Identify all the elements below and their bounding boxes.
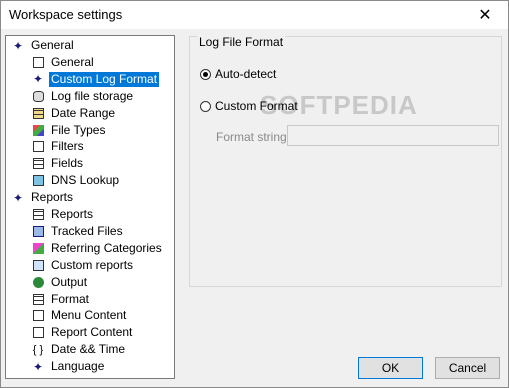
tree-item-label: Custom reports (51, 257, 134, 272)
tree-item-date-time[interactable]: { } Date && Time (31, 341, 127, 358)
custom-format-radio[interactable]: Custom Format (200, 99, 298, 113)
tree-item-general[interactable]: General (31, 54, 96, 71)
tree-item-label: Reports (51, 207, 94, 221)
format-icon (31, 292, 45, 306)
tree-item-report-content[interactable]: Report Content (31, 324, 134, 341)
calendar-grid-icon-shape (32, 107, 44, 119)
auto-detect-label: Auto-detect (215, 67, 277, 81)
report-table-icon (31, 208, 45, 222)
close-icon[interactable]: ✕ (462, 1, 508, 29)
tree-item-label: Date && Time (51, 342, 126, 357)
settings-doc-icon (31, 55, 45, 69)
tracked-files-icon (31, 224, 45, 238)
document-icon-shape (32, 327, 44, 339)
tree-item-label: Tracked Files (51, 223, 123, 238)
braces-icon: { } (32, 343, 44, 356)
custom-reports-icon (31, 258, 45, 272)
format-string-input[interactable] (287, 125, 499, 146)
tree-item-language[interactable]: ✦ Language (31, 358, 106, 375)
format-icon-shape (32, 293, 44, 305)
group-label: Log File Format (197, 35, 286, 49)
tree-item-label: General (51, 54, 94, 69)
tree-item-label: Format (51, 291, 90, 306)
report-table-icon-shape (32, 209, 44, 220)
tree-item-log-file-storage[interactable]: Log file storage (31, 88, 135, 105)
tree-item-label: Log file storage (51, 88, 134, 103)
star-icon: ✦ (12, 190, 24, 205)
categories-icon (31, 241, 45, 255)
tree-item-filters[interactable]: Filters (31, 138, 86, 155)
tree-item-label: Filters (51, 139, 84, 154)
custom-format-label: Custom Format (215, 99, 298, 113)
fields-icon-shape (32, 158, 44, 170)
tracked-files-icon-shape (32, 225, 44, 237)
title-bar: Workspace settings ✕ (1, 1, 508, 29)
radio-unchecked-icon (200, 100, 211, 112)
tree-item-label: Language (51, 359, 105, 374)
settings-tree[interactable]: ✦ General General ✦ Custom Log Format Log fil… (5, 35, 175, 379)
file-types-icon (31, 123, 45, 137)
document-icon (31, 326, 45, 340)
tree-item-tracked-files[interactable]: Tracked Files (31, 223, 125, 240)
custom-reports-icon-shape (32, 259, 44, 271)
star-icon: ✦ (32, 359, 44, 374)
document-icon-shape (32, 310, 44, 322)
tree-item-format[interactable]: Format (31, 291, 91, 308)
window-title: Workspace settings (9, 7, 123, 22)
tree-item-label: Referring Categories (51, 240, 162, 255)
fields-icon (31, 157, 45, 171)
tree-item-referring-categories[interactable]: Referring Categories (31, 240, 164, 257)
tree-item-custom-reports[interactable]: Custom reports (31, 257, 135, 274)
tree-item-label: Report Content (51, 325, 133, 340)
file-types-icon-shape (32, 124, 44, 136)
output-icon-shape (32, 276, 44, 288)
output-icon (31, 275, 45, 289)
tree-item-label: Output (51, 274, 88, 289)
auto-detect-radio[interactable]: Auto-detect (200, 67, 276, 81)
tree-item-label: DNS Lookup (51, 173, 120, 188)
tree-item-menu-content[interactable]: Menu Content (31, 307, 128, 324)
tree-item-label: General (31, 38, 74, 52)
tree-item-custom-log-format[interactable]: ✦ Custom Log Format (31, 71, 160, 88)
cancel-button[interactable]: Cancel (435, 357, 500, 379)
categories-icon-shape (32, 242, 44, 254)
filter-icon-shape (32, 141, 44, 153)
cancel-label: Cancel (448, 361, 487, 375)
database-icon-shape (32, 90, 44, 102)
database-icon (31, 89, 45, 103)
star-icon: ✦ (12, 38, 24, 53)
computer-icon-shape (32, 175, 44, 187)
tree-item-date-range[interactable]: Date Range (31, 105, 117, 122)
computer-icon (31, 174, 45, 188)
filter-icon (31, 140, 45, 154)
format-string-label: Format string: (216, 130, 291, 144)
calendar-grid-icon (31, 106, 45, 120)
tree-item-fields[interactable]: Fields (31, 155, 85, 172)
tree-item-label: Menu Content (51, 308, 127, 323)
star-icon: ✦ (32, 72, 44, 87)
tree-item-label: Reports (31, 190, 74, 205)
tree-item-reports[interactable]: ✦ Reports (11, 189, 75, 206)
tree-item-label: Custom Log Format (49, 71, 160, 87)
document-icon (31, 309, 45, 323)
tree-item-label: Date Range (51, 105, 116, 120)
tree-item-file-types[interactable]: File Types (31, 122, 107, 139)
ok-button[interactable]: OK (358, 357, 423, 379)
tree-item-dns-lookup[interactable]: DNS Lookup (31, 172, 121, 189)
settings-doc-icon-shape (32, 56, 44, 68)
radio-checked-icon (200, 68, 211, 80)
ok-label: OK (381, 361, 400, 375)
tree-item-label: Fields (51, 156, 84, 171)
tree-item-reports[interactable]: Reports (31, 206, 95, 223)
tree-item-output[interactable]: Output (31, 274, 89, 291)
tree-item-general[interactable]: ✦ General (11, 37, 76, 54)
tree-item-label: File Types (51, 122, 106, 137)
